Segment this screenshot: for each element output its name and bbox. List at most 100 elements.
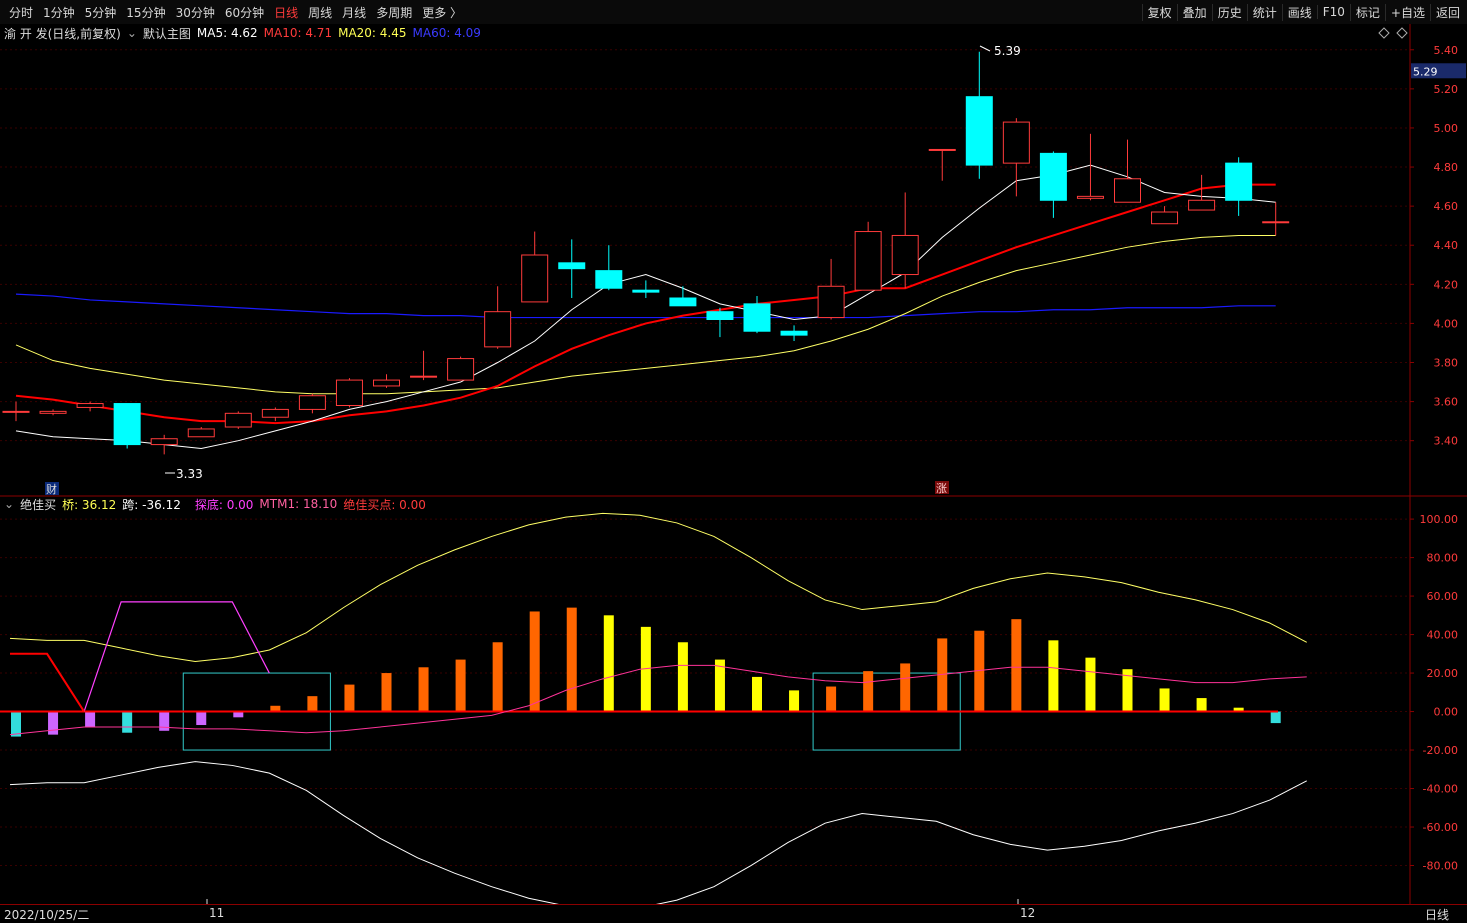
candle-body xyxy=(1262,221,1290,224)
candle-6 xyxy=(224,411,252,429)
candle-12 xyxy=(447,356,475,381)
candle-body xyxy=(928,148,956,151)
candle-body xyxy=(817,285,845,319)
ind-tick-8: -60.00 xyxy=(1423,821,1458,834)
period-tab-6[interactable]: 日线 xyxy=(269,4,303,21)
toolbar-button-1[interactable]: 叠加 xyxy=(1176,3,1212,21)
indicator-bar-24 xyxy=(900,663,911,712)
template-name[interactable]: 默认主图 xyxy=(143,25,191,42)
period-tab-9[interactable]: 多周期 xyxy=(371,4,417,21)
finance-marker: 财 xyxy=(46,482,57,496)
ind-tick-4: 20.00 xyxy=(1427,667,1459,680)
kline-chart[interactable]: 3.40 3.60 3.80 4.00 4.20 4.40 4.60 4.80 5.00 5.20… xyxy=(0,24,1467,904)
period-tab-2[interactable]: 5分钟 xyxy=(80,4,122,21)
indicator-bar-1 xyxy=(48,711,59,735)
indicator-bar-13 xyxy=(492,642,503,712)
current-price-label: 5.29 xyxy=(1413,65,1438,78)
period-tab-3[interactable]: 15分钟 xyxy=(121,4,170,21)
indicator-bar-32 xyxy=(1196,698,1207,712)
toolbar-button-5[interactable]: F10 xyxy=(1316,5,1350,19)
candle-body xyxy=(410,375,438,378)
toolbar-actions: 复权 叠加 历史 统计 画线 F10 标记 +自选 返回 xyxy=(1141,0,1465,24)
indicator-bar-3 xyxy=(122,711,133,733)
buy-point-value: 绝佳买点: 0.00 xyxy=(343,497,426,512)
candle-body xyxy=(1151,211,1179,225)
price-tick-9: 5.20 xyxy=(1434,83,1459,96)
candle-body xyxy=(1076,195,1104,199)
toolbar-button-8[interactable]: 返回 xyxy=(1429,3,1465,21)
axis-period-tab[interactable]: 日线 xyxy=(1425,906,1449,923)
period-tab-0[interactable]: 分时 xyxy=(4,4,38,21)
price-tick-0: 3.40 xyxy=(1434,435,1459,448)
candle-body xyxy=(669,297,697,307)
candle-body xyxy=(76,403,104,408)
mtm1-value: MTM1: 18.10 xyxy=(259,497,338,511)
candle-body xyxy=(632,289,660,293)
toolbar-button-2[interactable]: 历史 xyxy=(1211,3,1247,21)
candle-body xyxy=(743,303,771,332)
rise-marker: 涨 xyxy=(936,482,947,495)
bottom-value: 探底: 0.00 xyxy=(194,497,254,512)
period-tab-1[interactable]: 1分钟 xyxy=(38,4,80,21)
indicator-bar-12 xyxy=(455,659,466,712)
candle-body xyxy=(298,395,326,410)
candle-body xyxy=(1188,199,1216,211)
indicator-bar-22 xyxy=(826,686,837,712)
ind-tick-3: 40.00 xyxy=(1427,629,1459,642)
indicator-bar-8 xyxy=(307,696,318,712)
period-tab-5[interactable]: 60分钟 xyxy=(220,4,269,21)
indicator-bar-20 xyxy=(752,676,762,712)
ind-tick-2: 60.00 xyxy=(1427,590,1459,603)
toolbar: 分时 1分钟 5分钟 15分钟 30分钟 60分钟 日线 周线 月线 多周期 更多 〉 复权 叠加 历史… xyxy=(0,0,1467,25)
indicator-bar-11 xyxy=(418,667,429,712)
toolbar-button-6[interactable]: 标记 xyxy=(1349,3,1385,21)
sub-indicator-header: ⌄ 绝佳买 桥: 36.12 跨: -36.12 探底: 0.00 MTM1: … xyxy=(4,496,432,513)
candle-body xyxy=(2,410,30,413)
template-icon[interactable]: ⌄ xyxy=(127,26,137,40)
candle-body xyxy=(706,311,734,321)
ma5-value: MA5: 4.62 xyxy=(196,26,258,40)
toolbar-button-7[interactable]: +自选 xyxy=(1384,3,1430,21)
price-tick-2: 3.80 xyxy=(1434,357,1459,370)
toolbar-button-4[interactable]: 画线 xyxy=(1281,3,1317,21)
indicator-bar-21 xyxy=(789,690,800,712)
cursor-date: 2022/10/25/二 xyxy=(4,908,90,922)
price-tick-4: 4.20 xyxy=(1434,278,1459,291)
price-tick-1: 3.60 xyxy=(1434,396,1459,409)
indicator-settings-icon[interactable]: ⌄ xyxy=(4,497,14,511)
period-tab-8[interactable]: 月线 xyxy=(337,4,371,21)
candle-3 xyxy=(113,403,141,449)
indicator-bar-14 xyxy=(529,611,540,712)
candle-body xyxy=(373,379,400,387)
ind-tick-6: -20.00 xyxy=(1423,744,1458,757)
period-tab-4[interactable]: 30分钟 xyxy=(171,4,220,21)
price-tick-6: 4.60 xyxy=(1434,200,1459,213)
candle-body xyxy=(891,234,919,276)
price-tick-5: 4.40 xyxy=(1434,239,1459,252)
indicator-bar-15 xyxy=(566,607,577,712)
indicator-bar-10 xyxy=(381,673,392,712)
candle-body xyxy=(224,412,252,428)
price-tick-8: 5.00 xyxy=(1434,122,1459,135)
candle-body xyxy=(558,262,586,270)
indicator-bar-19 xyxy=(714,659,725,712)
period-tab-10[interactable]: 更多 〉 xyxy=(417,4,467,21)
toolbar-button-0[interactable]: 复权 xyxy=(1141,3,1177,21)
ma20-value: MA20: 4.45 xyxy=(338,26,407,40)
candle-body xyxy=(854,231,882,291)
indicator-bar-29 xyxy=(1085,657,1096,712)
candle-body xyxy=(1114,178,1141,203)
indicator-bar-34 xyxy=(1270,711,1281,724)
date-axis: 2022/10/25/二 日线 11 12 xyxy=(0,904,1467,923)
period-tab-7[interactable]: 周线 xyxy=(303,4,337,21)
candle-body xyxy=(335,379,363,407)
ind-tick-9: -80.00 xyxy=(1423,860,1458,873)
indicator-name[interactable]: 绝佳买 xyxy=(20,496,56,513)
indicator-bar-31 xyxy=(1159,688,1170,712)
bridge-value: 桥: 36.12 xyxy=(62,497,117,512)
candle-body xyxy=(1002,121,1030,164)
indicator-bar-16 xyxy=(603,615,614,712)
candle-23 xyxy=(854,221,882,291)
toolbar-button-3[interactable]: 统计 xyxy=(1246,3,1282,21)
indicator-bar-23 xyxy=(863,671,874,712)
